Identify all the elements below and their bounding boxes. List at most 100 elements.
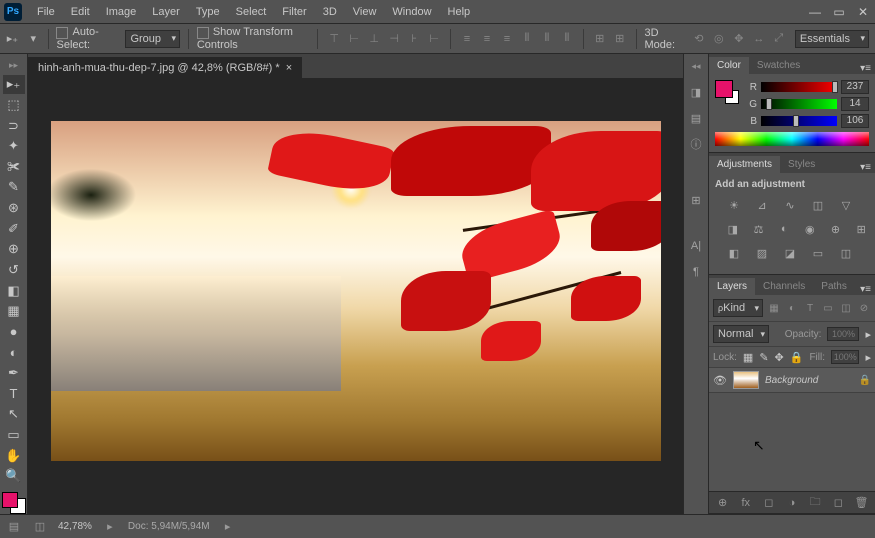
color-balance-icon[interactable]: ⚖ [751, 220, 767, 238]
align-top-icon[interactable]: ⊤ [326, 31, 342, 47]
tab-swatches[interactable]: Swatches [749, 57, 808, 74]
menu-window[interactable]: Window [385, 2, 438, 22]
tab-paths[interactable]: Paths [813, 278, 855, 295]
lock-position-icon[interactable]: ✥ [775, 351, 784, 364]
layer-style-icon[interactable]: fx [738, 495, 753, 511]
menu-filter[interactable]: Filter [275, 2, 313, 22]
path-selection-tool[interactable]: ↖ [3, 405, 25, 424]
shape-tool[interactable]: ▭ [3, 426, 25, 445]
collapse-icon[interactable]: ◂◂ [688, 58, 704, 74]
filter-shape-icon[interactable]: ▭ [821, 301, 835, 315]
dist-hcenter-icon[interactable]: ⦀ [539, 31, 555, 47]
menu-select[interactable]: Select [229, 2, 274, 22]
fill-dropdown-icon[interactable]: ▸ [865, 351, 871, 364]
foreground-color[interactable] [2, 492, 18, 508]
lock-all-icon[interactable]: 🔒 [790, 351, 804, 364]
new-adjustment-icon[interactable]: ◑ [784, 495, 799, 511]
panel-menu-icon[interactable]: ▾≡ [856, 284, 875, 295]
menu-type[interactable]: Type [189, 2, 227, 22]
opacity-value[interactable]: 100% [827, 327, 859, 341]
blend-mode-select[interactable]: Normal [713, 325, 769, 343]
panel-menu-icon[interactable]: ▾≡ [856, 162, 875, 173]
menu-help[interactable]: Help [441, 2, 478, 22]
fill-value[interactable]: 100% [831, 350, 859, 364]
dist-right-icon[interactable]: ⦀ [559, 31, 575, 47]
layer-thumbnail[interactable] [733, 371, 759, 389]
tool-preset-dropdown[interactable]: ▾ [27, 31, 40, 47]
menu-view[interactable]: View [346, 2, 384, 22]
link-layers-icon[interactable]: ⊕ [715, 495, 730, 511]
3d-scale-icon[interactable]: ⤢ [771, 31, 787, 47]
g-slider[interactable] [761, 99, 837, 109]
properties-panel-icon[interactable]: ⊞ [688, 192, 704, 208]
curves-icon[interactable]: ∿ [781, 196, 799, 214]
dist-vcenter-icon[interactable]: ≡ [479, 31, 495, 47]
dist-top-icon[interactable]: ≡ [459, 31, 475, 47]
delete-layer-icon[interactable]: 🗑 [854, 495, 869, 511]
zoom-tool[interactable]: 🔍 [3, 467, 25, 486]
eraser-tool[interactable]: ◧ [3, 281, 25, 300]
align-left-icon[interactable]: ⊣ [386, 31, 402, 47]
canvas[interactable] [28, 78, 683, 514]
new-layer-icon[interactable]: ◻ [831, 495, 846, 511]
filter-kind[interactable]: ρ Kind [713, 299, 763, 317]
workspace-switcher[interactable]: Essentials [795, 30, 869, 48]
color-swatch[interactable] [2, 492, 26, 514]
tab-color[interactable]: Color [709, 57, 749, 74]
doc-info-dropdown-icon[interactable]: ▸ [220, 519, 236, 535]
brightness-icon[interactable]: ☀ [725, 196, 743, 214]
align-bottom-icon[interactable]: ⊥ [366, 31, 382, 47]
hand-tool[interactable]: ✋ [3, 446, 25, 465]
new-group-icon[interactable]: 🗀 [808, 495, 823, 511]
color-swatch-mini[interactable] [715, 80, 739, 104]
type-tool[interactable]: T [3, 385, 25, 404]
filter-smart-icon[interactable]: ◫ [839, 301, 853, 315]
align-vcenter-icon[interactable]: ⊢ [346, 31, 362, 47]
auto-select-target[interactable]: Group [125, 30, 180, 48]
filter-type-icon[interactable]: T [803, 301, 817, 315]
eyedropper-tool[interactable]: ✎ [3, 178, 25, 197]
tab-layers[interactable]: Layers [709, 278, 755, 295]
brush-tool[interactable]: ✐ [3, 219, 25, 238]
posterize-icon[interactable]: ▨ [753, 244, 771, 262]
b-slider[interactable] [761, 116, 837, 126]
filter-adjustment-icon[interactable]: ◐ [785, 301, 799, 315]
zoom-level[interactable]: 42,78% [58, 521, 92, 532]
r-value[interactable]: 237 [841, 80, 869, 94]
auto-select-checkbox[interactable]: Auto-Select: [56, 26, 117, 50]
tab-channels[interactable]: Channels [755, 278, 813, 295]
history-brush-tool[interactable]: ↺ [3, 261, 25, 280]
crop-tool[interactable]: ✀ [3, 157, 25, 176]
auto-align-icon[interactable]: ⊞ [592, 31, 608, 47]
gradient-map-icon[interactable]: ▭ [809, 244, 827, 262]
exposure-icon[interactable]: ◫ [809, 196, 827, 214]
pen-tool[interactable]: ✒ [3, 364, 25, 383]
clone-stamp-tool[interactable]: ⊕ [3, 240, 25, 259]
visibility-toggle-icon[interactable]: 👁 [713, 374, 727, 387]
color-lookup-icon[interactable]: ⊞ [853, 220, 869, 238]
lasso-tool[interactable]: ⊃ [3, 116, 25, 135]
healing-brush-tool[interactable]: ⊛ [3, 199, 25, 218]
character-panel-icon[interactable]: A| [688, 238, 704, 254]
align-hcenter-icon[interactable]: ⊦ [406, 31, 422, 47]
dist-bottom-icon[interactable]: ≡ [499, 31, 515, 47]
minimize-button[interactable]: — [807, 5, 823, 19]
align-right-icon[interactable]: ⊢ [426, 31, 442, 47]
filter-toggle-icon[interactable]: ⊘ [857, 301, 871, 315]
marquee-tool[interactable]: ⬚ [3, 96, 25, 115]
paragraph-panel-icon[interactable]: ¶ [688, 264, 704, 280]
panel-menu-icon[interactable]: ▾≡ [856, 63, 875, 74]
close-tab-icon[interactable]: × [286, 62, 292, 74]
maximize-button[interactable]: ▭ [831, 5, 847, 19]
b-value[interactable]: 106 [841, 114, 869, 128]
vibrance-icon[interactable]: ▽ [837, 196, 855, 214]
selective-color-icon[interactable]: ◫ [837, 244, 855, 262]
collapse-icon[interactable]: ▸▸ [6, 58, 22, 73]
minibridge-icon[interactable]: ▤ [6, 519, 22, 535]
3d-roll-icon[interactable]: ◎ [711, 31, 727, 47]
auto-align-icon2[interactable]: ⊞ [612, 31, 628, 47]
info-panel-icon[interactable]: ⓘ [688, 136, 704, 152]
move-tool[interactable]: ▸₊ [3, 75, 25, 94]
3d-slide-icon[interactable]: ↔ [751, 31, 767, 47]
opacity-dropdown-icon[interactable]: ▸ [865, 328, 871, 341]
